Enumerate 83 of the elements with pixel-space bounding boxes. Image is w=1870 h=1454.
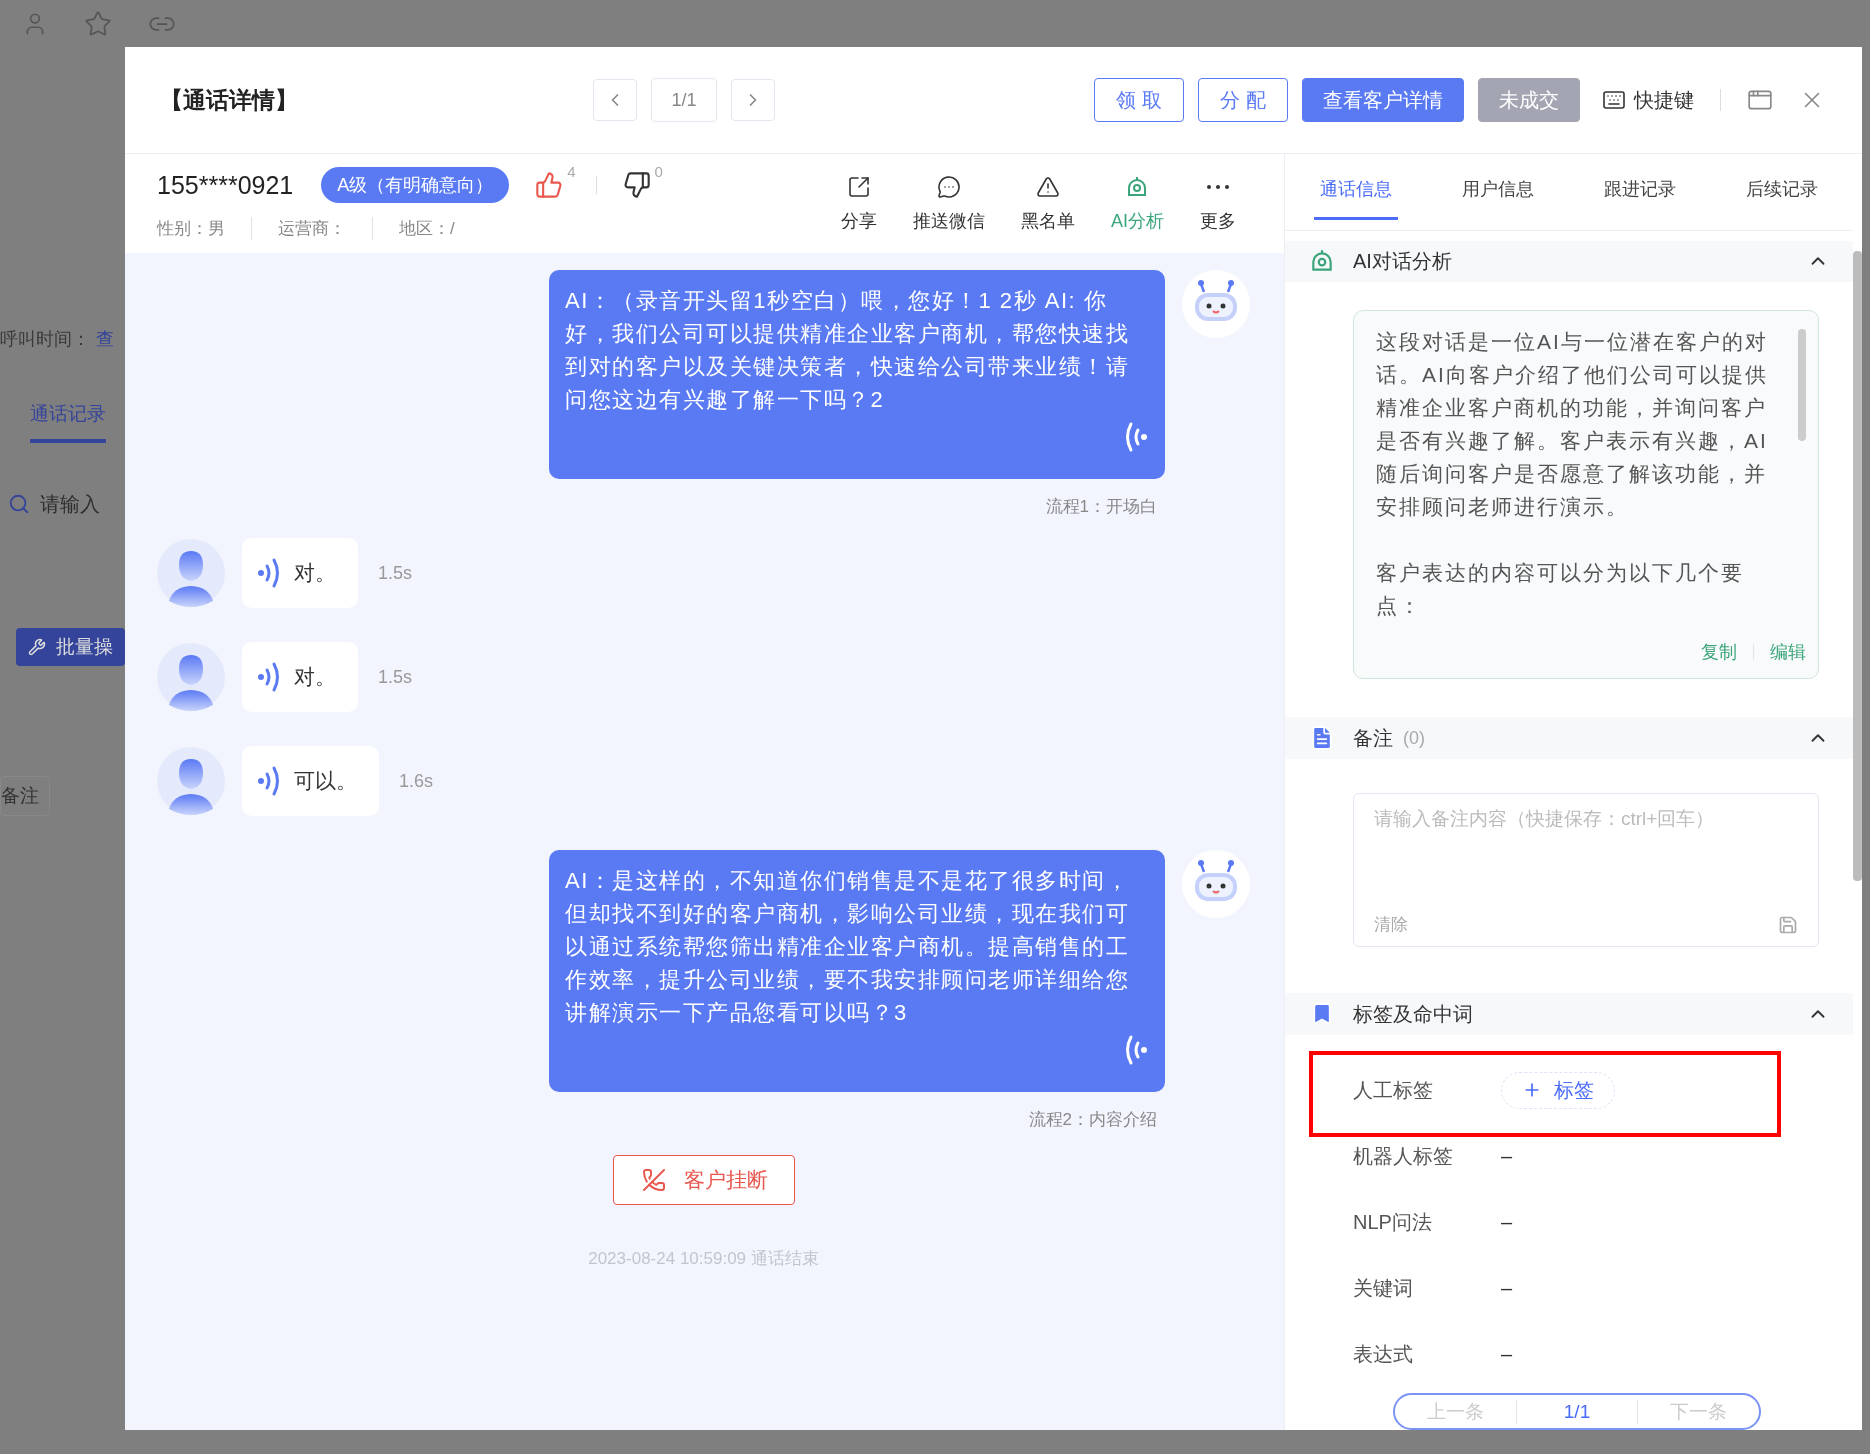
section-title: AI对话分析 (1353, 248, 1452, 274)
warning-icon (1036, 174, 1060, 199)
panel-tab[interactable]: 后续记录 (1711, 154, 1853, 230)
tag-value: – (1501, 1210, 1513, 1234)
panel-tab[interactable]: 用户信息 (1427, 154, 1569, 230)
note-field[interactable]: 请输入备注内容（快捷保存：ctrl+回车） 清除 (1353, 793, 1819, 948)
note-count: (0) (1403, 727, 1425, 749)
analysis-link[interactable]: 编辑 (1770, 640, 1806, 665)
user-message: 对。 (242, 642, 358, 712)
chat-bubble-icon (937, 174, 961, 199)
hangup-button[interactable]: 客户挂断 (612, 1155, 795, 1205)
duration: 1.5s (378, 562, 413, 584)
tag-label: 机器人标签 (1353, 1143, 1454, 1169)
user-message: 对。 (242, 538, 358, 608)
user-message: 可以。 (242, 746, 379, 816)
robot-avatar (1182, 270, 1250, 338)
save-icon[interactable] (1778, 914, 1798, 935)
customer-field: 地区：/ (372, 217, 481, 240)
add-tag-button[interactable]: 标签 (1501, 1071, 1615, 1109)
thumbs-up-icon[interactable] (535, 171, 564, 199)
call-time-label: 呼叫时间： (0, 328, 90, 351)
shortcut-button[interactable]: 快捷键 (1602, 86, 1694, 114)
clear-button[interactable]: 清除 (1374, 913, 1408, 937)
like-count: 4 (567, 163, 576, 180)
user-avatar (157, 747, 225, 815)
section-title: 备注 (1353, 725, 1393, 751)
thumbs-down-icon[interactable] (622, 171, 651, 199)
tag-label: 关键词 (1353, 1275, 1414, 1301)
duration: 1.5s (378, 666, 413, 688)
header-button[interactable]: 查看客户详情 (1302, 78, 1464, 122)
flow-label: 流程1：开场白 (1045, 496, 1157, 518)
record-page[interactable]: 1/1 (1515, 1399, 1639, 1424)
tag-label: 表达式 (1353, 1341, 1414, 1367)
section-header[interactable]: 标签及命中词 (1285, 993, 1853, 1035)
level-badge: A级（有明确意向） (321, 167, 510, 203)
note-button[interactable]: 备注 (0, 776, 50, 816)
action-button[interactable]: AI分析 (1093, 174, 1182, 233)
scrollbar-thumb[interactable] (1798, 329, 1806, 442)
search-field[interactable]: 请输入 (0, 490, 100, 518)
user-avatar (157, 539, 225, 607)
bot-message: AI：是这样的，不知道你们销售是不是花了很多时间，但却找不到好的客户商机，影响公司业绩，现在我们可以通过系统帮您筛出精准企业客户商机。提高销售的工作效率，提升公司业绩，要不我安排顾问老师详细给您讲解演示一下产品您看可以吗？3 (549, 850, 1165, 1092)
tag-value: – (1501, 1144, 1513, 1168)
call-time-link[interactable]: 查 (96, 327, 114, 351)
panel-tab[interactable]: 跟进记录 (1569, 154, 1711, 230)
dialog-title: 【通话详情】 (159, 85, 299, 115)
tag-label: 人工标签 (1353, 1077, 1434, 1103)
robot-avatar (1182, 850, 1250, 918)
tools-icon (28, 638, 46, 656)
phone-number: 155****0921 (157, 170, 294, 200)
header-button[interactable]: 未成交 (1478, 78, 1580, 122)
action-button[interactable]: 黑名单 (1003, 174, 1093, 233)
user-avatar (157, 643, 225, 711)
analysis-text: 客户表达的内容可以分为以下几个要点： (1376, 560, 1745, 620)
tag-value: – (1501, 1276, 1513, 1300)
action-button[interactable]: 更多 (1182, 174, 1254, 233)
dislike-count: 0 (654, 163, 663, 180)
section-header[interactable]: AI对话分析 (1285, 240, 1853, 283)
section-header[interactable]: 备注 (0) (1285, 717, 1853, 759)
customer-field: 运营商： (251, 217, 372, 240)
tag-value: – (1501, 1342, 1513, 1366)
batch-button[interactable]: 批量操 (16, 628, 125, 666)
search-icon (8, 493, 30, 515)
customer-field: 性别：男 (157, 217, 251, 240)
analysis-text: 这段对话是一位AI与一位潜在客户的对话。AI向客户介绍了他们公司可以提供精准企业客户商机的功能，并询问客户是否有兴趣了解。客户表示有兴趣，AI随后询问客户是否愿意了解该功能，并安排顾问老师进行演示。 (1376, 329, 1769, 521)
scrollbar-thumb[interactable] (1853, 251, 1862, 881)
header-button[interactable]: 分 配 (1198, 78, 1288, 122)
analysis-link[interactable]: 复制 (1701, 640, 1737, 665)
action-button[interactable]: 分享 (823, 174, 895, 233)
panel-tab[interactable]: 通话信息 (1285, 154, 1427, 230)
keyboard-icon (1602, 88, 1626, 112)
star-icon[interactable] (84, 9, 112, 38)
header-button[interactable]: 领 取 (1094, 78, 1184, 122)
bot-message: AI：（录音开头留1秒空白）喂，您好！1 2秒 AI: 你好，我们公司可以提供精准企业客户商机，帮您快速找到对的客户以及关键决策者，快速给公司带来业绩！请问您这边有兴趣了解一下吗？2 (549, 270, 1165, 479)
records-tab[interactable]: 通话记录 (30, 395, 106, 443)
phone-off-icon (641, 1168, 666, 1192)
action-button[interactable]: 推送微信 (895, 174, 1003, 233)
section-title: 标签及命中词 (1353, 1001, 1473, 1027)
tag-label: NLP问法 (1353, 1209, 1433, 1235)
page-indicator: 1/1 (651, 78, 717, 122)
share-icon (847, 174, 871, 199)
duration: 1.6s (399, 770, 434, 792)
more-icon (1207, 184, 1229, 189)
flow-label: 流程2：内容介绍 (1028, 1109, 1157, 1131)
